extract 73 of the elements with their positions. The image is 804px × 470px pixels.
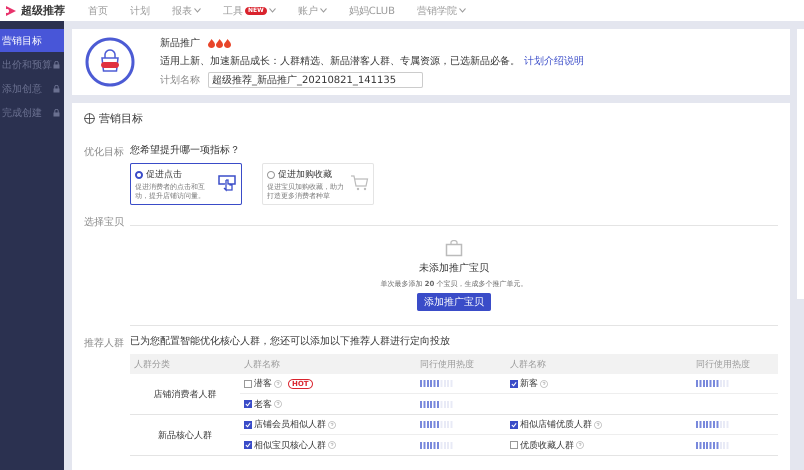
- shopping-cart-icon: [350, 174, 369, 192]
- shopping-bag-icon: [445, 240, 463, 257]
- sidebar-item[interactable]: 添加创意: [0, 77, 64, 100]
- chevron-down-icon: [268, 8, 276, 13]
- checkbox[interactable]: [510, 420, 518, 428]
- help-icon: [594, 420, 602, 428]
- check-icon: [245, 422, 251, 428]
- column-header: 同行使用热度: [419, 358, 475, 370]
- nav-link[interactable]: 报表: [172, 4, 201, 18]
- help-icon: [328, 420, 336, 428]
- lock-icon: [53, 108, 60, 116]
- option-title: 促进加购收藏: [278, 168, 332, 181]
- check-icon: [245, 401, 251, 407]
- sidebar-item[interactable]: 营销目标: [0, 29, 64, 52]
- help-icon: [274, 380, 282, 388]
- chevron-down-icon: [194, 8, 201, 13]
- plan-description: 适用上新、加速新品成长：人群精选、新品潜客人群、专属资源，已选新品必备。: [160, 54, 520, 68]
- checkbox[interactable]: [244, 420, 252, 428]
- plan-name-field[interactable]: 超级推荐_新品推广_20210821_141135: [208, 72, 423, 88]
- lock-icon: [53, 84, 60, 92]
- plan-title: 新品推广: [160, 36, 200, 50]
- audience-name: 相似店铺优质人群: [520, 418, 592, 431]
- audience-name: 新客: [520, 378, 538, 390]
- help-icon: [540, 380, 548, 388]
- crosshair-icon: [84, 112, 95, 124]
- nav-link[interactable]: 营销学院: [417, 4, 466, 18]
- check-icon: [245, 442, 251, 448]
- nav-link[interactable]: 计划: [130, 4, 150, 18]
- radio-button[interactable]: [135, 170, 143, 178]
- option-title: 促进点击: [146, 168, 182, 181]
- chevron-down-icon: [459, 8, 466, 13]
- checkbox[interactable]: [510, 441, 518, 449]
- brand-name: 超级推荐: [21, 3, 65, 18]
- form-label: 推荐人群: [84, 336, 125, 351]
- column-header: 人群名称: [509, 358, 547, 370]
- question-text: 您希望提升哪一项指标？: [130, 144, 241, 157]
- add-item-button[interactable]: 添加推广宝贝: [417, 293, 491, 311]
- radio-button[interactable]: [267, 170, 275, 178]
- nav-link[interactable]: 妈妈CLUB: [348, 4, 395, 18]
- checkbox[interactable]: [244, 400, 252, 408]
- audience-name: 老客: [254, 398, 272, 410]
- help-icon: [328, 441, 336, 449]
- lock-icon: [53, 60, 60, 68]
- audience-name: 优质收藏人群: [520, 440, 574, 452]
- audience-category: 店铺消费者人群: [152, 388, 218, 402]
- column-header: 同行使用热度: [695, 358, 751, 370]
- form-label: 优化目标: [84, 146, 125, 160]
- checkbox[interactable]: [244, 380, 252, 388]
- column-header: 人群名称: [243, 358, 281, 370]
- audience-name: 潜客: [254, 378, 272, 390]
- form-label: 选择宝贝: [84, 216, 125, 230]
- pointer-hand-icon: [218, 174, 237, 192]
- plan-intro-link[interactable]: 计划介绍说明: [524, 54, 584, 68]
- help-icon: [274, 400, 282, 408]
- nav-link[interactable]: 首页: [88, 4, 108, 18]
- plan-name-label: 计划名称: [160, 74, 200, 87]
- checkbox[interactable]: [510, 380, 518, 388]
- nav-link[interactable]: 账户: [298, 4, 327, 18]
- check-icon: [511, 380, 517, 386]
- logo-icon: [4, 4, 18, 18]
- audience-category: 新品核心人群: [157, 430, 213, 442]
- chevron-down-icon: [320, 8, 327, 13]
- sidebar-item[interactable]: 完成创建: [0, 101, 64, 124]
- help-icon: [576, 441, 584, 449]
- audience-name: 相似宝贝核心人群: [254, 440, 326, 452]
- audience-hint: 已为您配置智能优化核心人群，您还可以添加以下推荐人群进行定向投放: [130, 334, 451, 348]
- section-title: 营销目标: [99, 110, 143, 126]
- column-header: 人群分类: [133, 358, 171, 370]
- sidebar-item[interactable]: 出价和预算: [0, 53, 64, 76]
- check-icon: [511, 422, 517, 428]
- audience-name: 店铺会员相似人群: [254, 418, 326, 431]
- checkbox[interactable]: [244, 441, 252, 449]
- empty-state-title: 未添加推广宝贝: [419, 262, 489, 275]
